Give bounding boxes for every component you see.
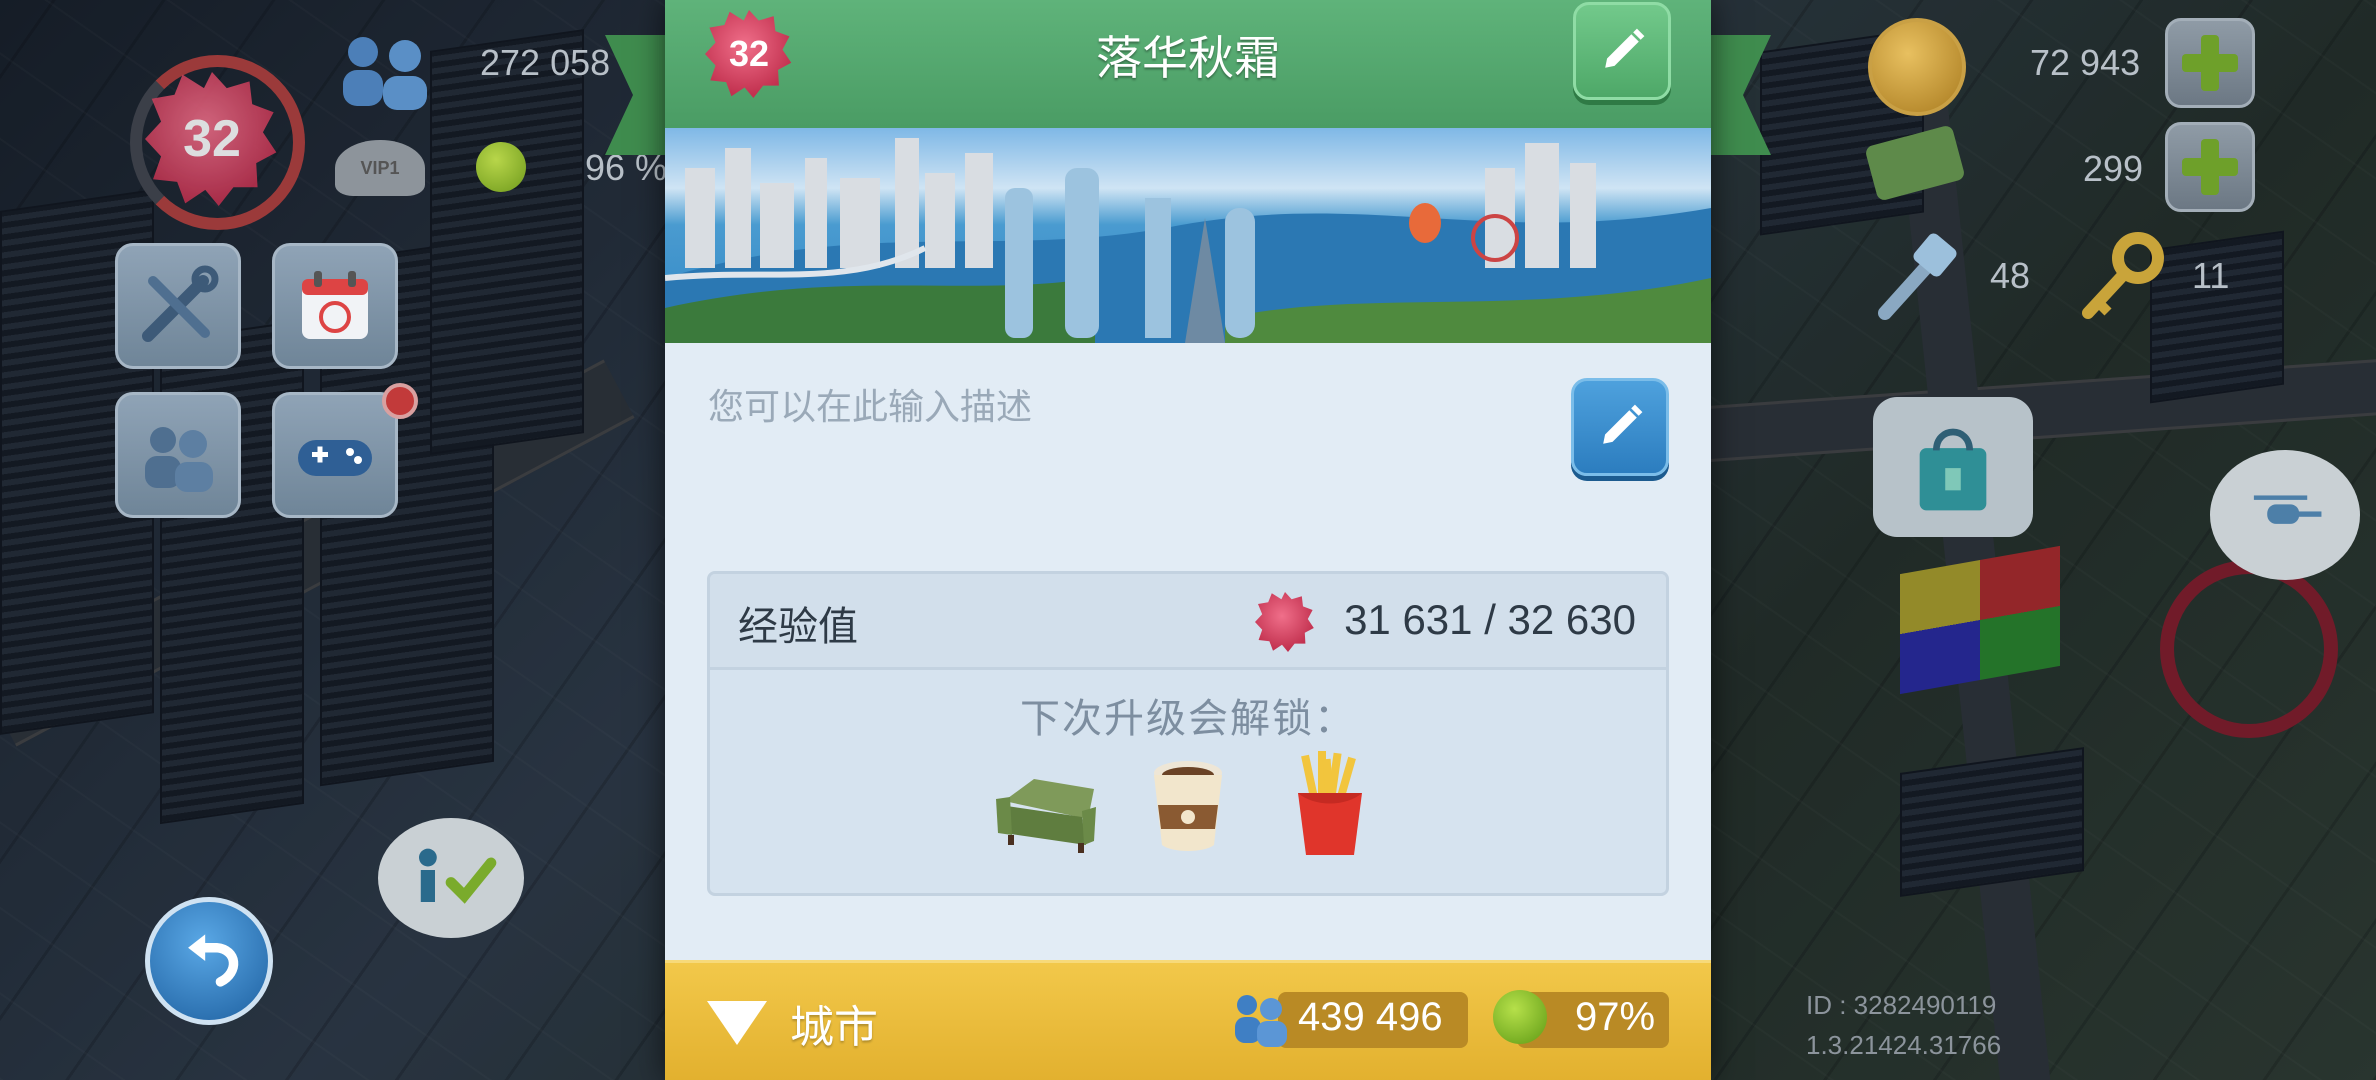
population-value: 272 058 <box>480 42 611 83</box>
unlock-items-list <box>710 749 1666 861</box>
shop-bubble[interactable] <box>1873 397 2033 537</box>
golden-keys-left-value: 48 <box>1990 255 2031 296</box>
build-tools-button[interactable] <box>115 243 241 369</box>
sofa-icon[interactable] <box>990 749 1102 861</box>
happiness-smiley-icon <box>1493 990 1547 1044</box>
friends-icon <box>145 427 213 492</box>
city-label: 城市 <box>790 1002 878 1053</box>
contests-button[interactable] <box>272 392 398 518</box>
city-footer-bar[interactable]: 城市 439 496 97% <box>665 960 1711 1080</box>
city-profile-dialog: 32 落华秋霜 您可以在此输入描述 经验值 31 631 / 32 630 下次… <box>665 0 1711 1080</box>
back-arrow-icon <box>188 934 239 987</box>
pencil-icon <box>1605 28 1645 68</box>
wrench-screwdriver-icon <box>142 265 219 342</box>
player-id: ID : 3282490119 <box>1806 990 1997 1020</box>
happiness-smiley-icon <box>476 142 526 192</box>
gamepad-icon <box>298 440 372 476</box>
request-bubble[interactable] <box>378 818 524 938</box>
keys-value: 11 <box>2192 255 2230 296</box>
golden-key-left-icon <box>1878 233 1957 320</box>
simoleons-value: 72 943 <box>2030 42 2141 83</box>
calendar-button[interactable] <box>272 243 398 369</box>
footer-population-value: 439 496 <box>1298 995 1443 1039</box>
calendar-icon <box>302 271 368 339</box>
back-button[interactable] <box>145 897 273 1025</box>
population-icon <box>1235 995 1287 1047</box>
footer-happiness-value: 97% <box>1575 995 1656 1039</box>
coffee-cup-icon[interactable] <box>1132 749 1244 861</box>
experience-label: 经验值 <box>738 604 858 650</box>
player-level-value: 32 <box>183 110 241 168</box>
vip-badge[interactable]: VIP1 <box>335 140 425 196</box>
dialog-header: 32 落华秋霜 <box>665 0 1711 132</box>
edit-city-name-button[interactable] <box>1573 2 1671 100</box>
worker-check-icon <box>419 848 497 904</box>
expand-triangle-icon[interactable] <box>707 1001 767 1045</box>
experience-row: 经验值 31 631 / 32 630 <box>710 574 1666 670</box>
helicopter-icon <box>2253 495 2322 524</box>
city-banner-image <box>665 128 1711 343</box>
key-icon <box>2082 232 2164 319</box>
experience-panel: 经验值 31 631 / 32 630 下次升级会解锁： <box>707 571 1669 896</box>
xp-star-icon <box>1255 592 1314 652</box>
add-simcash-button[interactable] <box>2165 122 2255 212</box>
simcash-value: 299 <box>2083 148 2144 189</box>
simoleon-coin-icon <box>1868 18 1966 116</box>
next-level-unlock-title: 下次升级会解锁： <box>1020 696 1356 742</box>
helicopter-bubble[interactable] <box>2210 450 2360 580</box>
add-simoleons-button[interactable] <box>2165 18 2255 108</box>
vip-label: VIP1 <box>360 157 400 178</box>
french-fries-icon[interactable] <box>1274 749 1386 861</box>
friends-button[interactable] <box>115 392 241 518</box>
notification-dot <box>382 383 418 419</box>
shopping-bag-icon <box>1919 428 1987 511</box>
population-icon <box>343 37 427 110</box>
experience-value: 31 631 / 32 630 <box>1344 596 1636 643</box>
edit-description-button[interactable] <box>1571 378 1669 476</box>
city-name-title: 落华秋霜 <box>1096 31 1280 85</box>
description-placeholder[interactable]: 您可以在此输入描述 <box>708 378 1032 430</box>
pencil-icon <box>1603 404 1643 444</box>
game-version: 1.3.21424.31766 <box>1806 1030 2002 1060</box>
